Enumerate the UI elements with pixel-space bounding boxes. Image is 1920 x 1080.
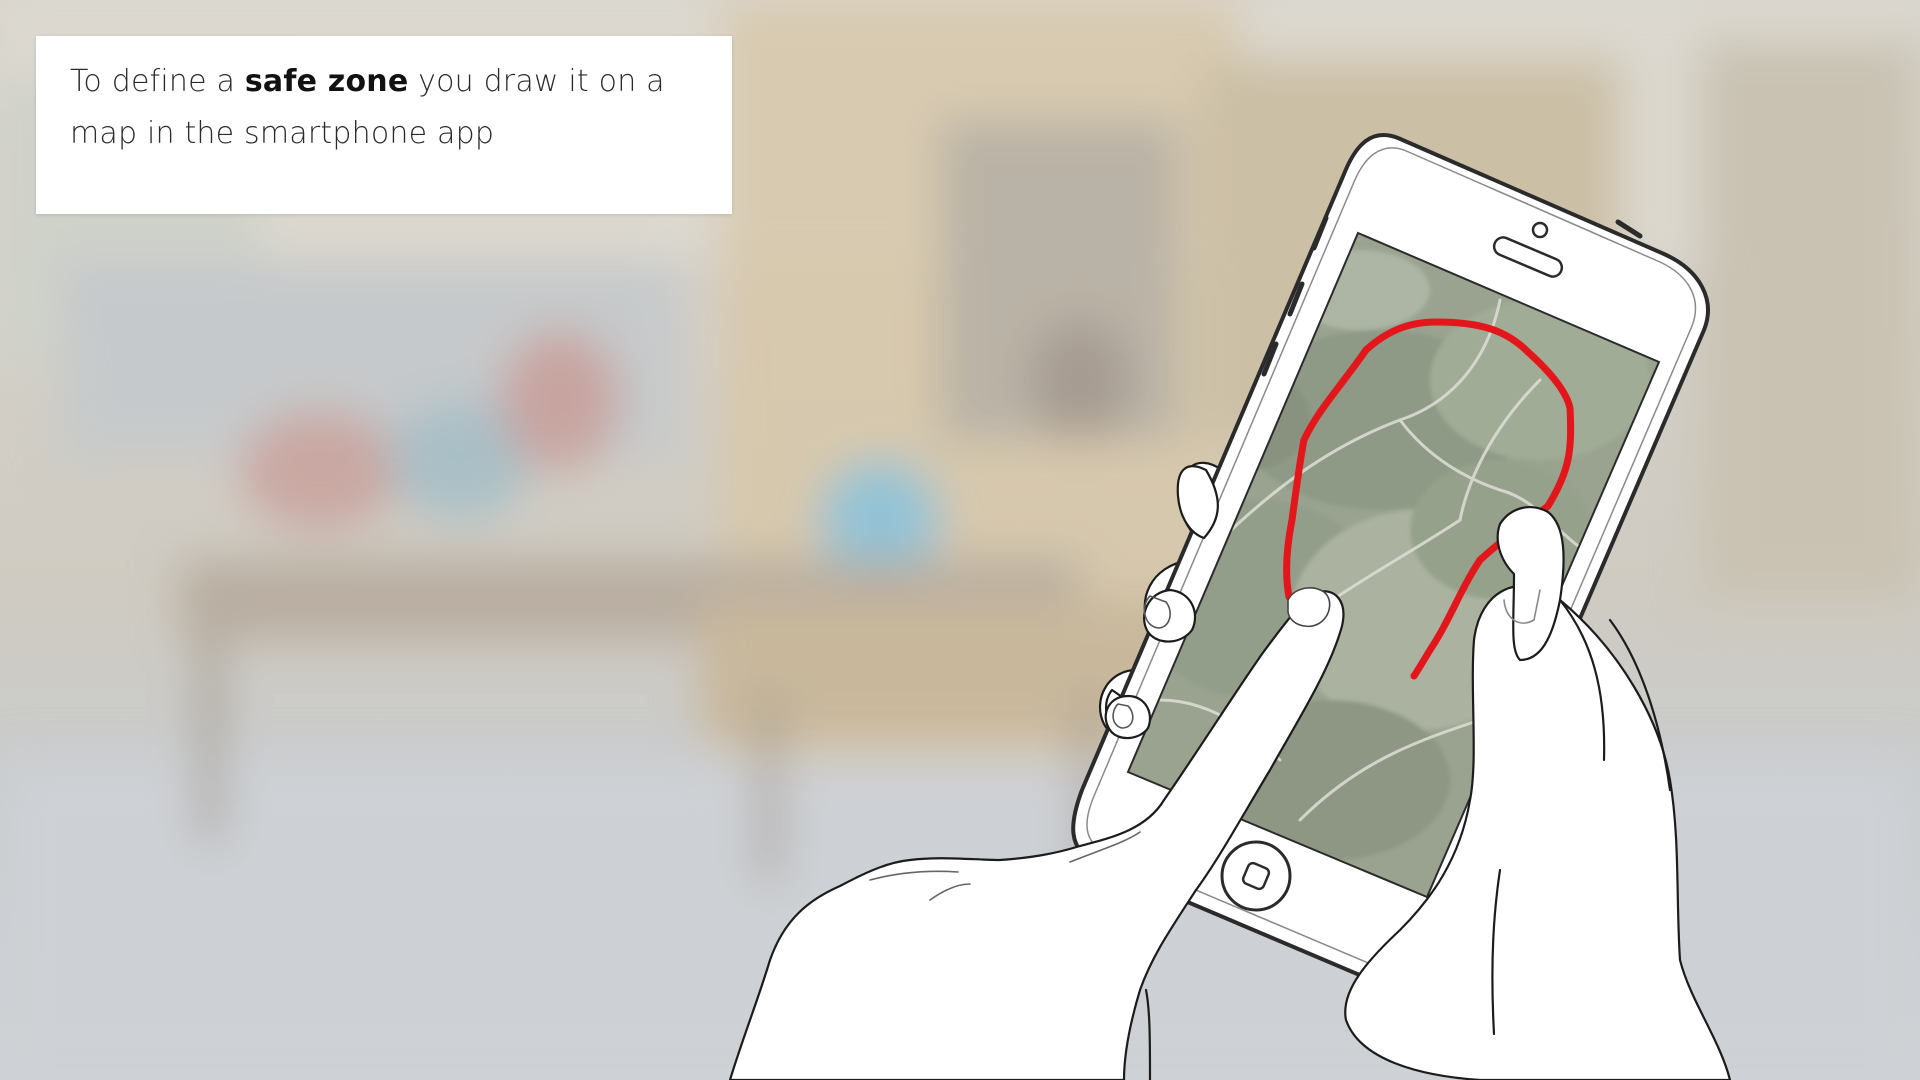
caption-prefix: To define a [70, 64, 245, 99]
caption-card: To define a safe zone you draw it on a m… [36, 36, 732, 214]
caption-text: To define a safe zone you draw it on a m… [70, 56, 702, 160]
home-button-icon[interactable] [1220, 840, 1292, 912]
front-camera-icon [1531, 221, 1549, 239]
caption-emphasis: safe zone [244, 64, 409, 99]
